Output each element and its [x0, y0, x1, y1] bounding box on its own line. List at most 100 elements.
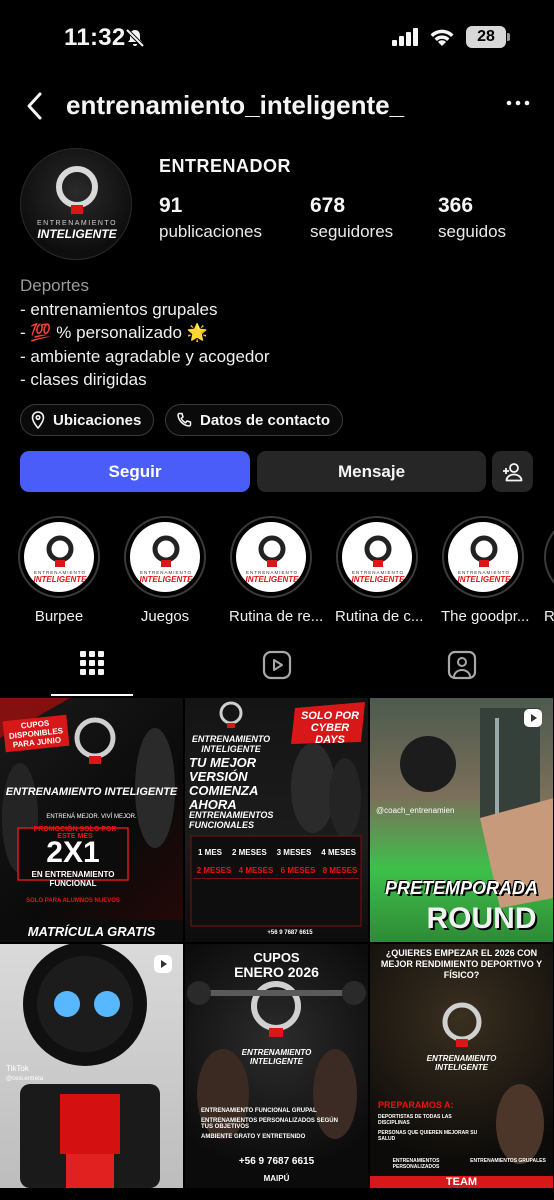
highlight-cover: ENTRENAMIENTO INTELIGENTE — [24, 522, 94, 592]
highlight-item[interactable]: ENTRENAMIENTO INTELIGENTE The goodpr... — [441, 516, 530, 625]
highlight-item[interactable]: R — [544, 516, 554, 625]
message-button[interactable]: Mensaje — [257, 451, 486, 492]
avatar-logo-line1: ENTRENAMIENTO — [37, 220, 117, 227]
highlight-ring: ENTRENAMIENTO INTELIGENTE — [336, 516, 418, 598]
post-thumbnail[interactable]: @coach_entrenamien PRETEMPORADA ROUND — [370, 698, 553, 942]
stat-posts[interactable]: 91 publicaciones — [159, 194, 262, 242]
post-title: PRETEMPORADA — [384, 878, 538, 898]
highlight-ring: ENTRENAMIENTO INTELIGENTE — [442, 516, 524, 598]
contact-chip[interactable]: Datos de contacto — [165, 404, 344, 436]
avatar-logo-line2: INTELIGENTE — [37, 227, 117, 241]
bonus-item: 8 MESES — [322, 866, 358, 875]
post-phone: +56 9 7687 6615 — [267, 930, 313, 936]
highlight-ring — [544, 516, 554, 598]
highlight-ring: ENTRENAMIENTO INTELIGENTE — [230, 516, 312, 598]
post-subtitle: ENERO 2026 — [234, 964, 319, 980]
post-tag: ENTRENAMIENTOS PERSONALIZADOS — [392, 1158, 440, 1170]
highlight-cover: ENTRENAMIENTO INTELIGENTE — [448, 522, 518, 592]
more-options-icon[interactable] — [506, 98, 530, 108]
stat-followers[interactable]: 678 seguidores — [310, 194, 393, 242]
stat-followers-label: seguidores — [310, 222, 394, 241]
highlight-label: The goodpr... — [441, 608, 530, 625]
svg-text:INTELIGENTE: INTELIGENTE — [352, 575, 406, 584]
stat-following[interactable]: 366 seguidos — [438, 194, 506, 242]
post-brand: ENTRENAMIENTO INTELIGENTE — [426, 1054, 497, 1072]
stat-posts-label: publicaciones — [159, 222, 263, 241]
highlight-ring: ENTRENAMIENTO INTELIGENTE — [18, 516, 100, 598]
post-artwork — [187, 981, 366, 1139]
stat-posts-value: 91 — [159, 194, 183, 217]
tab-tagged[interactable] — [370, 650, 554, 696]
tab-reels[interactable] — [185, 650, 369, 696]
post-thumbnail[interactable]: TikTok @cesi.entreta — [0, 944, 183, 1188]
post-tags: DEPORTISTAS DE TODAS LAS DISCIPLINAS PER… — [378, 1114, 478, 1146]
highlight-item[interactable]: ENTRENAMIENTO INTELIGENTE Rutina de c... — [335, 516, 424, 625]
active-tab-indicator — [51, 694, 133, 696]
reels-icon — [262, 650, 292, 680]
cellular-signal-icon — [392, 28, 418, 46]
brand-logo-icon: ENTRENAMIENTO INTELIGENTE — [246, 535, 299, 584]
brand-logo-icon: ENTRENAMIENTO INTELIGENTE — [34, 535, 88, 584]
highlight-item[interactable]: ENTRENAMIENTO INTELIGENTE Juegos — [123, 516, 207, 625]
post-footer: MATRÍCULA GRATIS — [27, 924, 156, 939]
post-tag: ENTRENAMIENTOS GRUPALES — [470, 1158, 546, 1164]
bonus-item: 6 MESES — [280, 866, 316, 875]
plan-item: 1 MES — [197, 848, 222, 857]
grid-icon — [80, 651, 104, 675]
highlight-cover: ENTRENAMIENTO INTELIGENTE — [130, 522, 200, 592]
svg-text:INTELIGENTE: INTELIGENTE — [34, 575, 88, 584]
bio-category: Deportes — [20, 276, 89, 295]
profile-bio: Deportes - entrenamientos grupales - 💯 %… — [20, 274, 270, 392]
svg-text:INTELIGENTE: INTELIGENTE — [140, 575, 194, 584]
highlight-cover: ENTRENAMIENTO INTELIGENTE — [236, 522, 306, 592]
post-tagline: ENTRENÁ MEJOR. VIVÍ MEJOR. — [46, 814, 137, 820]
tab-posts-grid[interactable] — [0, 650, 184, 696]
post-question: ¿QUIERES EMPEZAR EL 2026 CON MEJOR RENDI… — [380, 948, 543, 980]
profile-username: entrenamiento_inteligente_ — [66, 90, 405, 120]
post-thumbnail[interactable]: ¿QUIERES EMPEZAR EL 2026 CON MEJOR RENDI… — [370, 944, 553, 1188]
phone-icon — [177, 412, 192, 427]
bio-line: - clases dirigidas — [20, 370, 147, 389]
post-badge: CUPOS DISPONIBLES PARA JUNIO — [2, 714, 70, 753]
highlight-item[interactable]: ENTRENAMIENTO INTELIGENTE Burpee — [17, 516, 101, 625]
post-thumbnail[interactable]: CUPOS ENERO 2026 ENTRENAMIENTO INTELIGEN… — [185, 944, 368, 1188]
tagged-icon — [447, 650, 477, 680]
follow-button[interactable]: Seguir — [20, 451, 250, 492]
post-title: CUPOS — [253, 950, 300, 965]
post-tiktok-user: @coach_entrenamien — [376, 806, 455, 815]
highlight-label: R — [544, 608, 554, 625]
plan-item: 2 MESES — [231, 848, 267, 857]
post-tiktok-label: TikTok — [6, 1064, 29, 1073]
post-list-item: ENTRENAMIENTO FUNCIONAL GRUPAL — [201, 1108, 317, 1114]
bio-line: - entrenamientos grupales — [20, 299, 218, 319]
post-offer: 2X1 — [46, 836, 100, 869]
post-new-students: SOLO PARA ALUMNOS NUEVOS — [26, 898, 120, 904]
highlight-item[interactable]: ENTRENAMIENTO INTELIGENTE Rutina de re..… — [229, 516, 323, 625]
brand-logo-icon: ENTRENAMIENTO INTELIGENTE — [352, 535, 406, 584]
svg-text:INTELIGENTE: INTELIGENTE — [458, 575, 512, 584]
post-phone: +56 9 7687 6615 — [238, 1156, 315, 1167]
reel-indicator-icon — [524, 709, 542, 727]
post-brand: ENTRENAMIENTO INTELIGENTE — [241, 1048, 312, 1066]
post-tag: PERSONAS QUE QUIEREN MEJORAR SU SALUD — [378, 1130, 478, 1142]
post-subtitle: ROUND — [426, 902, 537, 935]
locations-chip-label: Ubicaciones — [53, 411, 142, 429]
post-badge: SOLO POR CYBER DAYS — [300, 710, 360, 746]
post-thumbnail[interactable]: ENTRENAMIENTO INTELIGENTE SOLO POR CYBER… — [185, 698, 368, 942]
brand-logo-icon: ENTRENAMIENTO INTELIGENTE — [37, 166, 118, 241]
profile-category: ENTRENADOR — [159, 156, 292, 176]
profile-avatar[interactable]: ENTRENAMIENTO INTELIGENTE — [20, 148, 132, 260]
bonus-row: 2 MESES 4 MESES 6 MESES 8 MESES — [193, 866, 361, 875]
post-tag: DEPORTISTAS DE TODAS LAS DISCIPLINAS — [378, 1114, 452, 1126]
post-list-item: ENTRENAMIENTOS PERSONALIZADOS SEGÚN TUS … — [201, 1118, 338, 1130]
post-sub: ENTRENAMIENTOS FUNCIONALES — [189, 810, 274, 830]
post-prep: PREPARAMOS A: — [378, 1100, 454, 1110]
locations-chip[interactable]: Ubicaciones — [20, 404, 155, 436]
back-arrow-icon[interactable] — [24, 90, 46, 122]
post-footer: TEAM — [445, 1176, 478, 1188]
post-brand: ENTRENAMIENTO INTELIGENTE — [191, 734, 271, 754]
suggest-people-button[interactable] — [492, 451, 533, 492]
highlight-label: Rutina de c... — [335, 608, 424, 625]
post-place: MAIPÚ — [263, 1174, 290, 1183]
post-thumbnail[interactable]: CUPOS DISPONIBLES PARA JUNIO ENTRENAMIEN… — [0, 698, 183, 942]
